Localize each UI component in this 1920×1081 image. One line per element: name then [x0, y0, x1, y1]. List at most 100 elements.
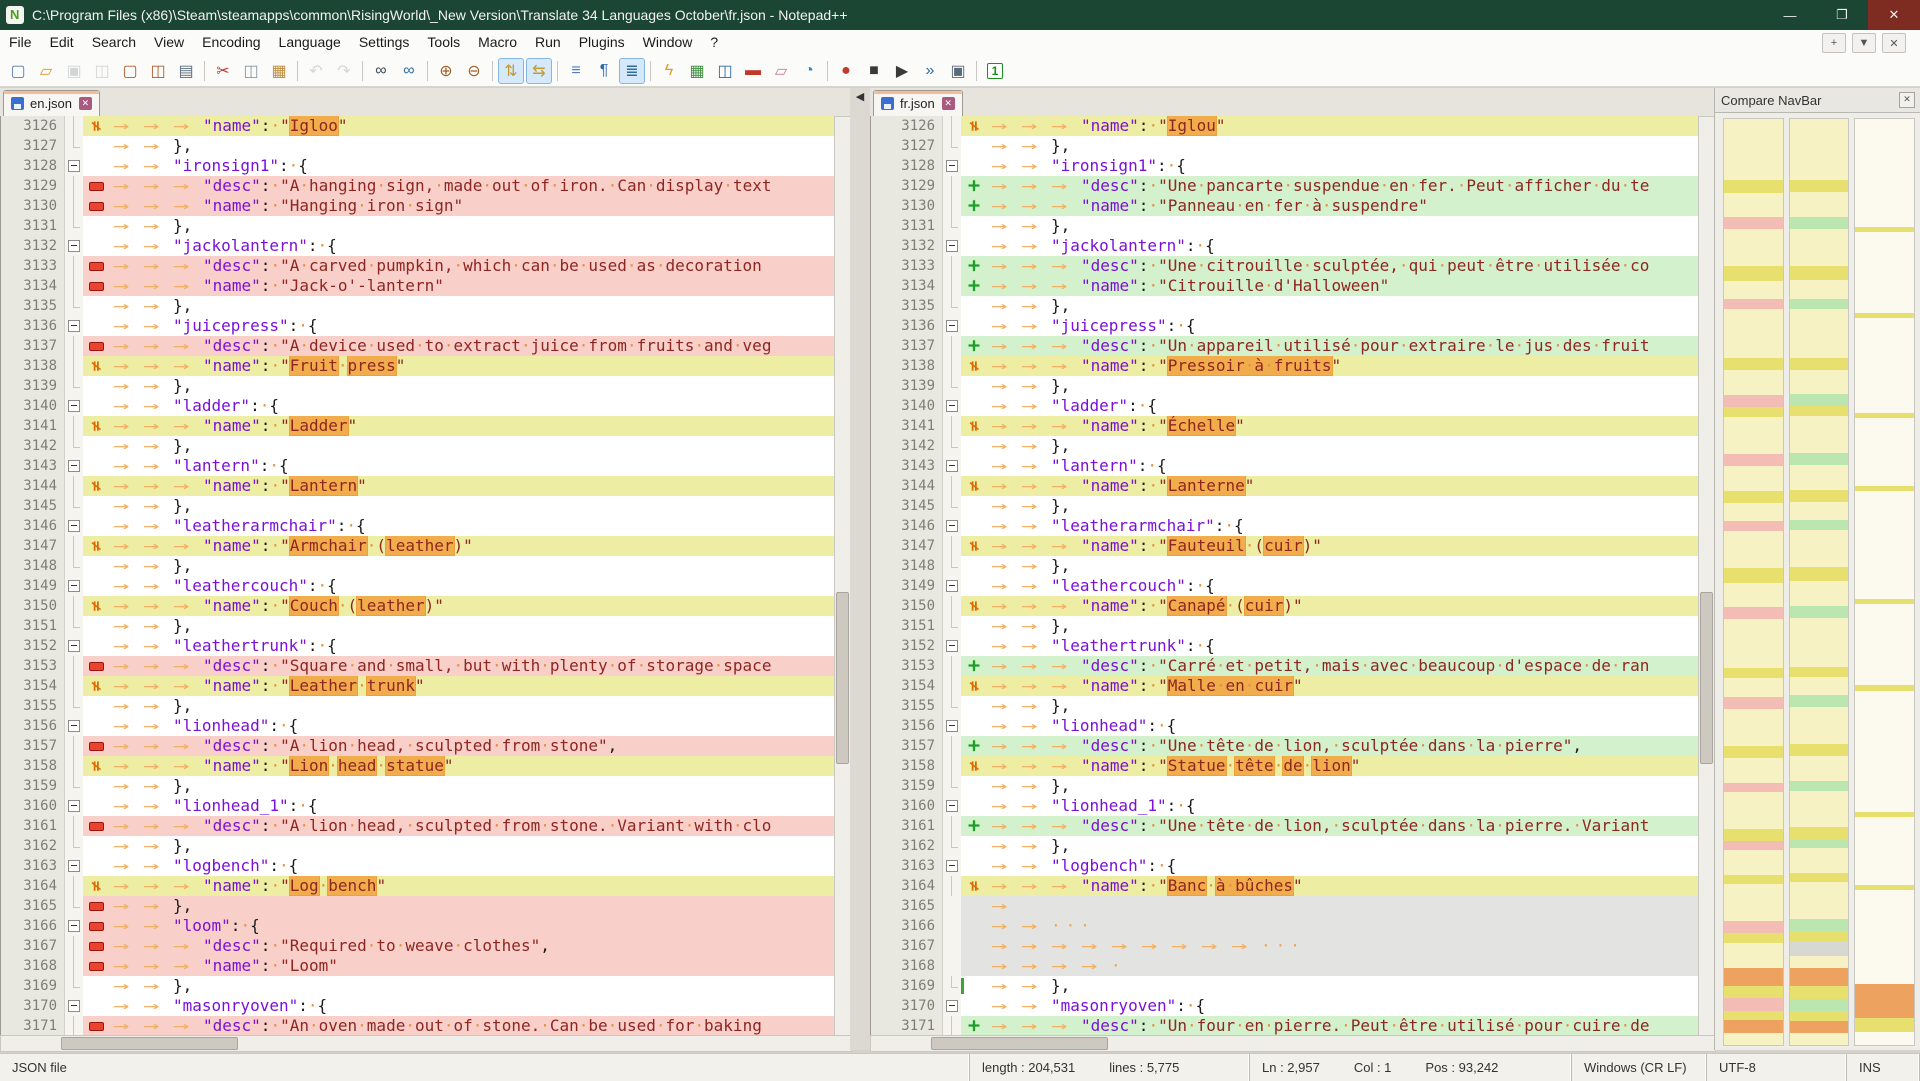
- close-tab-button[interactable]: ✕: [1882, 33, 1906, 53]
- code-line[interactable]: 3162→→},: [1, 836, 835, 856]
- status-insert-mode[interactable]: INS: [1847, 1054, 1920, 1081]
- code-line[interactable]: 3137→→→"desc":·"A·device·used·to·extract…: [1, 336, 835, 356]
- code-line[interactable]: 3151→→},: [871, 616, 1699, 636]
- new-tab-plus-button[interactable]: +: [1822, 33, 1846, 53]
- navbar-close-icon[interactable]: ✕: [1899, 92, 1915, 108]
- code-line[interactable]: 3133→→→"desc":·"A·carved·pumpkin,·which·…: [1, 256, 835, 276]
- fold-collapse-icon[interactable]: [68, 860, 80, 872]
- save-macro-icon[interactable]: ▣: [945, 58, 971, 84]
- code-line[interactable]: 3162→→},: [871, 836, 1699, 856]
- code-line[interactable]: 3126≠→→→"name":·"Iglou": [871, 116, 1699, 136]
- menu-item-window[interactable]: Window: [634, 31, 702, 53]
- code-line[interactable]: 3158≠→→→"name":·"Statue·tête·de·lion": [871, 756, 1699, 776]
- find-icon[interactable]: ∞: [368, 58, 394, 84]
- cut-icon[interactable]: ✂: [210, 58, 236, 84]
- code-line[interactable]: 3150≠→→→"name":·"Couch·(leather)": [1, 596, 835, 616]
- copy-icon[interactable]: ◫: [238, 58, 264, 84]
- left-vscroll-thumb[interactable]: [836, 592, 849, 764]
- minimize-button[interactable]: —: [1764, 0, 1816, 30]
- code-line[interactable]: 3139→→},: [1, 376, 835, 396]
- code-line[interactable]: 3131→→},: [1, 216, 835, 236]
- tab-close-icon[interactable]: ✕: [79, 97, 92, 110]
- code-line[interactable]: 3135→→},: [1, 296, 835, 316]
- code-line[interactable]: 3167→→→→→→→→→···: [871, 936, 1699, 956]
- tab-close-icon[interactable]: ✕: [942, 97, 955, 110]
- code-line[interactable]: 3169→→},: [1, 976, 835, 996]
- open-folder-icon[interactable]: ▱: [33, 58, 59, 84]
- code-line[interactable]: 3170→→"masonryoven":·{: [871, 996, 1699, 1016]
- result-one-icon[interactable]: 1: [982, 58, 1008, 84]
- paste-icon[interactable]: ▦: [266, 58, 292, 84]
- fold-collapse-icon[interactable]: [946, 160, 958, 172]
- stop-macro-icon[interactable]: ■: [861, 58, 887, 84]
- code-line[interactable]: 3130→→→"name":·"Hanging·iron·sign": [1, 196, 835, 216]
- code-line[interactable]: 3146→→"leatherarmchair":·{: [1, 516, 835, 536]
- compass-plugin-icon[interactable]: ◔: [796, 58, 822, 84]
- sync-vertical-icon[interactable]: ⇅: [498, 58, 524, 84]
- menu-item-settings[interactable]: Settings: [350, 31, 419, 53]
- code-line[interactable]: 3167→→→"desc":·"Required·to·weave·clothe…: [1, 936, 835, 956]
- code-line[interactable]: 3138≠→→→"name":·"Fruit·press": [1, 356, 835, 376]
- doc-map-icon[interactable]: ▦: [684, 58, 710, 84]
- close-button[interactable]: ✕: [1868, 0, 1920, 30]
- navbar-map-column-3[interactable]: [1854, 118, 1915, 1046]
- menu-item-edit[interactable]: Edit: [41, 31, 83, 53]
- status-eol[interactable]: Windows (CR LF): [1572, 1054, 1707, 1081]
- fold-collapse-icon[interactable]: [946, 860, 958, 872]
- zoom-out-icon[interactable]: ⊖: [461, 58, 487, 84]
- code-line[interactable]: 3133+→→→"desc":·"Une·citrouille·sculptée…: [871, 256, 1699, 276]
- status-encoding[interactable]: UTF-8: [1707, 1054, 1847, 1081]
- right-vscroll-thumb[interactable]: [1700, 592, 1713, 764]
- code-line[interactable]: 3147≠→→→"name":·"Armchair·(leather)": [1, 536, 835, 556]
- code-line[interactable]: 3137+→→→"desc":·"Un·appareil·utilisé·pou…: [871, 336, 1699, 356]
- fold-collapse-icon[interactable]: [68, 240, 80, 252]
- code-line[interactable]: 3156→→"lionhead":·{: [1, 716, 835, 736]
- folder-plugin-icon[interactable]: ▱: [768, 58, 794, 84]
- right-vertical-scrollbar[interactable]: [1698, 116, 1715, 1037]
- play-macro-icon[interactable]: ▶: [889, 58, 915, 84]
- fold-collapse-icon[interactable]: [68, 400, 80, 412]
- code-line[interactable]: 3153→→→"desc":·"Square·and·small,·but·wi…: [1, 656, 835, 676]
- left-horizontal-scrollbar[interactable]: [0, 1035, 852, 1052]
- code-line[interactable]: 3165→: [871, 896, 1699, 916]
- code-line[interactable]: 3128→→"ironsign1":·{: [871, 156, 1699, 176]
- code-line[interactable]: 3141≠→→→"name":·"Ladder": [1, 416, 835, 436]
- code-line[interactable]: 3147≠→→→"name":·"Fauteuil·(cuir)": [871, 536, 1699, 556]
- code-line[interactable]: 3155→→},: [1, 696, 835, 716]
- fold-collapse-icon[interactable]: [68, 1000, 80, 1012]
- code-line[interactable]: 3138≠→→→"name":·"Pressoir·à·fruits": [871, 356, 1699, 376]
- fold-collapse-icon[interactable]: [946, 320, 958, 332]
- fold-collapse-icon[interactable]: [946, 460, 958, 472]
- close-all-icon[interactable]: ◫: [145, 58, 171, 84]
- fold-collapse-icon[interactable]: [946, 520, 958, 532]
- code-line[interactable]: 3132→→"jackolantern":·{: [1, 236, 835, 256]
- code-line[interactable]: 3126≠→→→"name":·"Igloo": [1, 116, 835, 136]
- fold-collapse-icon[interactable]: [68, 720, 80, 732]
- code-line[interactable]: 3140→→"ladder":·{: [871, 396, 1699, 416]
- code-line[interactable]: 3145→→},: [871, 496, 1699, 516]
- code-line[interactable]: 3149→→"leathercouch":·{: [871, 576, 1699, 596]
- code-line[interactable]: 3142→→},: [1, 436, 835, 456]
- code-line[interactable]: 3156→→"lionhead":·{: [871, 716, 1699, 736]
- fold-collapse-icon[interactable]: [68, 800, 80, 812]
- save-all-icon[interactable]: ◫: [89, 58, 115, 84]
- navbar-map-column-2[interactable]: [1789, 118, 1850, 1046]
- tab-fr-json[interactable]: fr.json ✕: [873, 90, 963, 116]
- code-line[interactable]: 3164≠→→→"name":·"Log·bench": [1, 876, 835, 896]
- pane-splitter[interactable]: ◀: [850, 88, 870, 1050]
- code-line[interactable]: 3170→→"masonryoven":·{: [1, 996, 835, 1016]
- fold-collapse-icon[interactable]: [68, 580, 80, 592]
- maximize-button[interactable]: ❐: [1816, 0, 1868, 30]
- code-line[interactable]: 3142→→},: [871, 436, 1699, 456]
- menu-item-help[interactable]: ?: [701, 31, 727, 53]
- code-line[interactable]: 3155→→},: [871, 696, 1699, 716]
- fold-collapse-icon[interactable]: [946, 720, 958, 732]
- code-line[interactable]: 3166→→···: [871, 916, 1699, 936]
- code-line[interactable]: 3135→→},: [871, 296, 1699, 316]
- code-line[interactable]: 3158≠→→→"name":·"Lion·head·statue": [1, 756, 835, 776]
- code-line[interactable]: 3148→→},: [871, 556, 1699, 576]
- right-horizontal-scrollbar[interactable]: [870, 1035, 1716, 1052]
- code-line[interactable]: 3140→→"ladder":·{: [1, 396, 835, 416]
- fold-collapse-icon[interactable]: [946, 400, 958, 412]
- pdf-plugin-icon[interactable]: ▬: [740, 58, 766, 84]
